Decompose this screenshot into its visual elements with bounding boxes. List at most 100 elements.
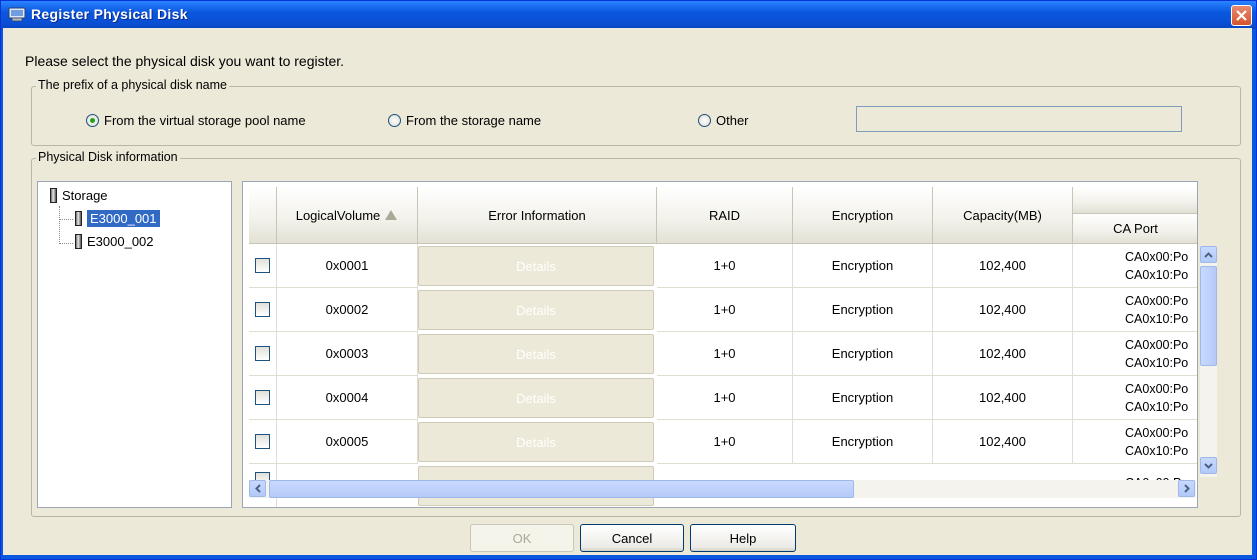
other-prefix-input[interactable] [856, 106, 1182, 132]
table-row[interactable]: 0x0002 Details 1+0 Encryption 102,400 CA… [243, 288, 1197, 332]
header-label: LogicalVolume [295, 207, 381, 223]
help-button[interactable]: Help [690, 524, 796, 552]
logical-volume-cell: 0x0004 [277, 376, 418, 420]
raid-cell: 1+0 [657, 420, 793, 464]
disk-icon [75, 211, 82, 226]
row-checkbox[interactable] [255, 302, 270, 317]
radio-label: Other [716, 113, 749, 128]
tree-node-e3000-002[interactable]: E3000_002 [75, 234, 154, 249]
ca-port-line: CA0x00:Po [1125, 249, 1189, 264]
encryption-cell: Encryption [793, 244, 933, 288]
ca-port-cell: CA0x00:Po CA0x10:Po [1073, 376, 1197, 420]
encryption-cell: Encryption [793, 420, 933, 464]
cancel-button[interactable]: Cancel [580, 524, 684, 552]
ca-port-line: CA0x10:Po [1125, 443, 1189, 458]
capacity-cell: 102,400 [933, 332, 1073, 376]
row-checkbox[interactable] [255, 258, 270, 273]
encryption-cell: Encryption [793, 332, 933, 376]
scroll-down-button[interactable] [1200, 457, 1217, 474]
header-label: Capacity(MB) [963, 207, 1042, 223]
tree-connector [59, 243, 73, 244]
storage-tree[interactable]: Storage E3000_001 E3000_002 [37, 181, 232, 508]
radio-selected-icon [86, 114, 99, 127]
header-label: CA Port [1113, 221, 1158, 236]
capacity-cell: 102,400 [933, 244, 1073, 288]
radio-label: From the storage name [406, 113, 542, 128]
encryption-cell: Encryption [793, 376, 933, 420]
physical-disk-group-legend: Physical Disk information [36, 150, 180, 164]
header-raid[interactable]: RAID [657, 187, 793, 244]
chevron-up-icon [1204, 251, 1213, 258]
details-button[interactable]: Details [418, 378, 654, 418]
radio-storage-name[interactable]: From the storage name [388, 113, 541, 128]
row-checkbox[interactable] [255, 434, 270, 449]
ca-port-line: CA0x00:Po [1125, 425, 1189, 440]
instruction-text: Please select the physical disk you want… [25, 53, 345, 69]
details-button[interactable]: Details [418, 290, 654, 330]
chevron-down-icon [1204, 462, 1213, 469]
raid-cell: 1+0 [657, 244, 793, 288]
horizontal-scrollbar[interactable] [249, 480, 1196, 498]
ok-button[interactable]: OK [470, 524, 574, 552]
table-row[interactable]: 0x0003 Details 1+0 Encryption 102,400 CA… [243, 332, 1197, 376]
scroll-up-button[interactable] [1200, 246, 1217, 263]
header-label: RAID [708, 207, 741, 223]
logical-volume-cell: 0x0001 [277, 244, 418, 288]
scroll-left-button[interactable] [249, 480, 266, 497]
tree-node-label: Storage [62, 188, 108, 203]
prefix-group-legend: The prefix of a physical disk name [36, 78, 229, 92]
ca-port-line: CA0x10:Po [1125, 311, 1189, 326]
header-capacity[interactable]: Capacity(MB) [933, 187, 1073, 244]
header-ca-port-group [1073, 187, 1197, 214]
radio-virtual-storage-pool-name[interactable]: From the virtual storage pool name [86, 113, 306, 128]
header-checkbox-column[interactable] [249, 187, 277, 244]
row-checkbox-cell [249, 376, 277, 420]
row-checkbox-cell [249, 288, 277, 332]
ca-port-line: CA0x10:Po [1125, 355, 1189, 370]
chevron-left-icon [254, 484, 261, 493]
row-checkbox[interactable] [255, 346, 270, 361]
header-label: Encryption [831, 207, 894, 223]
details-button[interactable]: Details [418, 246, 654, 286]
ca-port-line: CA0x00:Po [1125, 337, 1189, 352]
ca-port-line: CA0x00:Po [1125, 381, 1189, 396]
table-row[interactable]: 0x0001 Details 1+0 Encryption 102,400 CA… [243, 244, 1197, 288]
radio-other[interactable]: Other [698, 113, 749, 128]
tree-node-storage[interactable]: Storage [50, 188, 108, 203]
title-bar[interactable]: Register Physical Disk [1, 1, 1256, 29]
table-row[interactable]: 0x0004 Details 1+0 Encryption 102,400 CA… [243, 376, 1197, 420]
horizontal-scroll-thumb[interactable] [269, 480, 854, 498]
capacity-cell: 102,400 [933, 288, 1073, 332]
radio-unselected-icon [388, 114, 401, 127]
header-encryption[interactable]: Encryption [793, 187, 933, 244]
header-error-information[interactable]: Error Information [418, 187, 657, 244]
tree-node-label: E3000_001 [87, 210, 160, 227]
row-checkbox[interactable] [255, 390, 270, 405]
vertical-scroll-thumb[interactable] [1200, 266, 1217, 366]
encryption-cell: Encryption [793, 288, 933, 332]
tree-node-e3000-001[interactable]: E3000_001 [75, 210, 160, 227]
vertical-scrollbar[interactable] [1200, 246, 1217, 477]
chevron-right-icon [1183, 484, 1190, 493]
row-checkbox-cell [249, 244, 277, 288]
header-logical-volume[interactable]: LogicalVolume [277, 187, 418, 244]
header-label: Error Information [488, 207, 586, 223]
logical-volume-cell: 0x0005 [277, 420, 418, 464]
tree-connector [59, 206, 60, 244]
ca-port-line: CA0x10:Po [1125, 267, 1189, 282]
details-button[interactable]: Details [418, 334, 654, 374]
raid-cell: 1+0 [657, 376, 793, 420]
tree-node-label: E3000_002 [87, 234, 154, 249]
table-row[interactable]: 0x0005 Details 1+0 Encryption 102,400 CA… [243, 420, 1197, 464]
capacity-cell: 102,400 [933, 376, 1073, 420]
logical-volume-cell: 0x0002 [277, 288, 418, 332]
raid-cell: 1+0 [657, 332, 793, 376]
header-ca-port[interactable]: CA Port [1073, 214, 1197, 244]
scroll-right-button[interactable] [1178, 480, 1195, 497]
close-button[interactable] [1231, 5, 1252, 26]
ca-port-cell: CA0x00:Po CA0x10:Po [1073, 332, 1197, 376]
raid-cell: 1+0 [657, 288, 793, 332]
ca-port-line: CA0x00:Po [1125, 293, 1189, 308]
details-button[interactable]: Details [418, 422, 654, 462]
ca-port-line: CA0x10:Po [1125, 399, 1189, 414]
